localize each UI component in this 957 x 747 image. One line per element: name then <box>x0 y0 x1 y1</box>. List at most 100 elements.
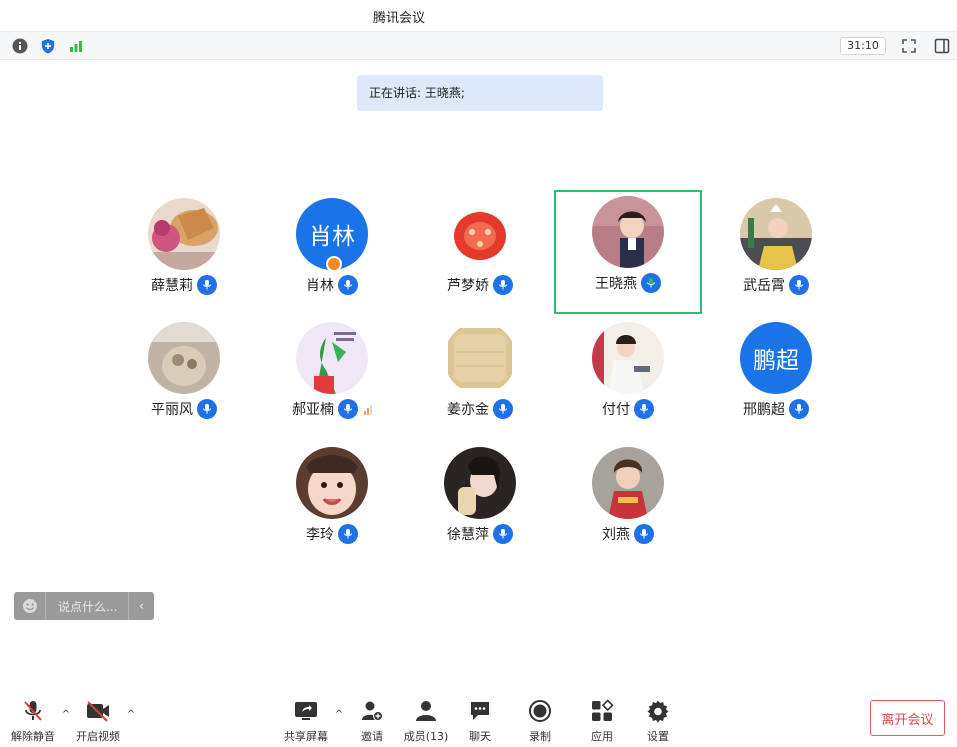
avatar <box>592 196 664 268</box>
participant-name: 李玲 <box>306 527 334 543</box>
camera-off-icon <box>84 698 112 724</box>
mic-icon <box>493 399 513 419</box>
fullscreen-icon[interactable] <box>900 37 918 55</box>
record-button[interactable]: 录制 <box>510 698 570 746</box>
chat-input-box[interactable]: 说点什么... ‹ <box>14 592 154 620</box>
shield-icon[interactable] <box>39 37 57 55</box>
participant-name-row: 薛慧莉 <box>112 275 256 295</box>
participant-name: 姜亦金 <box>447 402 489 418</box>
chat-placeholder[interactable]: 说点什么... <box>46 598 128 615</box>
invite-label: 邀请 <box>361 730 383 743</box>
start-video-label: 开启视频 <box>76 730 120 743</box>
meeting-toolbar: 解除静音 ^ 开启视频 ^ 共享屏幕 ^ 邀请 成员(13) 聊天 录制 应用 … <box>0 690 957 747</box>
avatar <box>296 447 368 519</box>
signal-icon[interactable] <box>67 37 85 55</box>
participant-name-row: 武岳霄 <box>704 275 848 295</box>
participant-name-row: 王晓燕 <box>556 273 700 293</box>
apps-label: 应用 <box>591 730 613 743</box>
participant-name: 郝亚楠 <box>292 402 334 418</box>
participant-name: 付付 <box>602 402 630 418</box>
participant-tile[interactable]: 付付 <box>556 316 700 438</box>
participant-name: 王晓燕 <box>595 276 637 292</box>
gear-icon <box>644 698 672 724</box>
leave-meeting-button[interactable]: 离开会议 <box>870 700 945 736</box>
invite-icon <box>358 698 386 724</box>
mic-icon <box>634 524 654 544</box>
audio-level-icon <box>364 403 372 415</box>
mic-muted-icon <box>19 698 47 724</box>
mic-icon <box>493 275 513 295</box>
apps-button[interactable]: 应用 <box>572 698 632 746</box>
participant-name-row: 邢鹏超 <box>704 399 848 419</box>
members-button[interactable]: 成员(13) <box>396 698 456 746</box>
apps-icon <box>588 698 616 724</box>
participant-name-row: 李玲 <box>260 524 404 544</box>
participant-name: 薛慧莉 <box>151 278 193 294</box>
avatar <box>148 322 220 394</box>
active-speaker-banner: 正在讲话: 王晓燕; <box>357 75 603 111</box>
participant-tile[interactable]: 姜亦金 <box>408 316 552 438</box>
participant-name-row: 平丽风 <box>112 399 256 419</box>
share-screen-icon <box>292 698 320 724</box>
participant-name-row: 刘燕 <box>556 524 700 544</box>
avatar <box>444 322 516 394</box>
title-bar: 腾讯会议 <box>0 0 957 32</box>
settings-label: 设置 <box>647 730 669 743</box>
participant-name-row: 付付 <box>556 399 700 419</box>
participant-tile[interactable]: 郝亚楠 <box>260 316 404 438</box>
meeting-timer: 31:10 <box>840 37 886 55</box>
participant-tile[interactable]: 刘燕 <box>556 441 700 563</box>
participant-name: 肖林 <box>306 278 334 294</box>
participant-name: 芦梦娇 <box>447 278 489 294</box>
participant-name: 刘燕 <box>602 527 630 543</box>
settings-button[interactable]: 设置 <box>628 698 688 746</box>
record-label: 录制 <box>529 730 551 743</box>
unmute-button[interactable]: 解除静音 <box>3 698 63 746</box>
participant-tile[interactable]: 武岳霄 <box>704 192 848 314</box>
chat-button[interactable]: 聊天 <box>450 698 510 746</box>
members-icon <box>412 698 440 724</box>
mic-icon <box>634 399 654 419</box>
mic-icon <box>197 275 217 295</box>
mic-icon <box>197 399 217 419</box>
participant-tile[interactable]: 徐慧萍 <box>408 441 552 563</box>
mic-icon <box>789 399 809 419</box>
mic-icon <box>338 524 358 544</box>
participant-name-row: 芦梦娇 <box>408 275 552 295</box>
participant-tile[interactable]: 李玲 <box>260 441 404 563</box>
mic-speaking-icon <box>641 273 661 293</box>
participant-name: 武岳霄 <box>743 278 785 294</box>
invite-button[interactable]: 邀请 <box>342 698 402 746</box>
meeting-info-bar: 31:10 <box>0 32 957 60</box>
chat-label: 聊天 <box>469 730 491 743</box>
share-screen-button[interactable]: 共享屏幕 <box>276 698 336 746</box>
avatar <box>592 322 664 394</box>
participant-tile-active-speaker[interactable]: 王晓燕 <box>554 190 702 314</box>
avatar <box>296 322 368 394</box>
avatar <box>592 447 664 519</box>
participant-tile[interactable]: 肖林 肖林 <box>260 192 404 314</box>
participant-name: 邢鹏超 <box>743 402 785 418</box>
participant-name-row: 郝亚楠 <box>260 399 404 419</box>
members-label: 成员(13) <box>403 730 449 743</box>
chat-icon <box>466 698 494 724</box>
emoji-icon[interactable] <box>14 592 46 620</box>
participant-tile[interactable]: 薛慧莉 <box>112 192 256 314</box>
window-title: 腾讯会议 <box>373 11 426 26</box>
participant-tile[interactable]: 芦梦娇 <box>408 192 552 314</box>
sidebar-toggle-icon[interactable] <box>933 37 951 55</box>
info-icon[interactable] <box>11 37 29 55</box>
participant-name: 平丽风 <box>151 402 193 418</box>
participant-name-row: 徐慧萍 <box>408 524 552 544</box>
participant-tile[interactable]: 鹏超 邢鹏超 <box>704 316 848 438</box>
host-badge-icon <box>326 256 342 272</box>
video-options-caret[interactable]: ^ <box>125 708 137 720</box>
avatar <box>444 198 516 270</box>
avatar <box>444 447 516 519</box>
participant-name-row: 肖林 <box>260 275 404 295</box>
avatar <box>740 198 812 270</box>
participant-tile[interactable]: 平丽风 <box>112 316 256 438</box>
start-video-button[interactable]: 开启视频 <box>68 698 128 746</box>
participant-name-row: 姜亦金 <box>408 399 552 419</box>
collapse-chat-button[interactable]: ‹ <box>128 592 154 620</box>
